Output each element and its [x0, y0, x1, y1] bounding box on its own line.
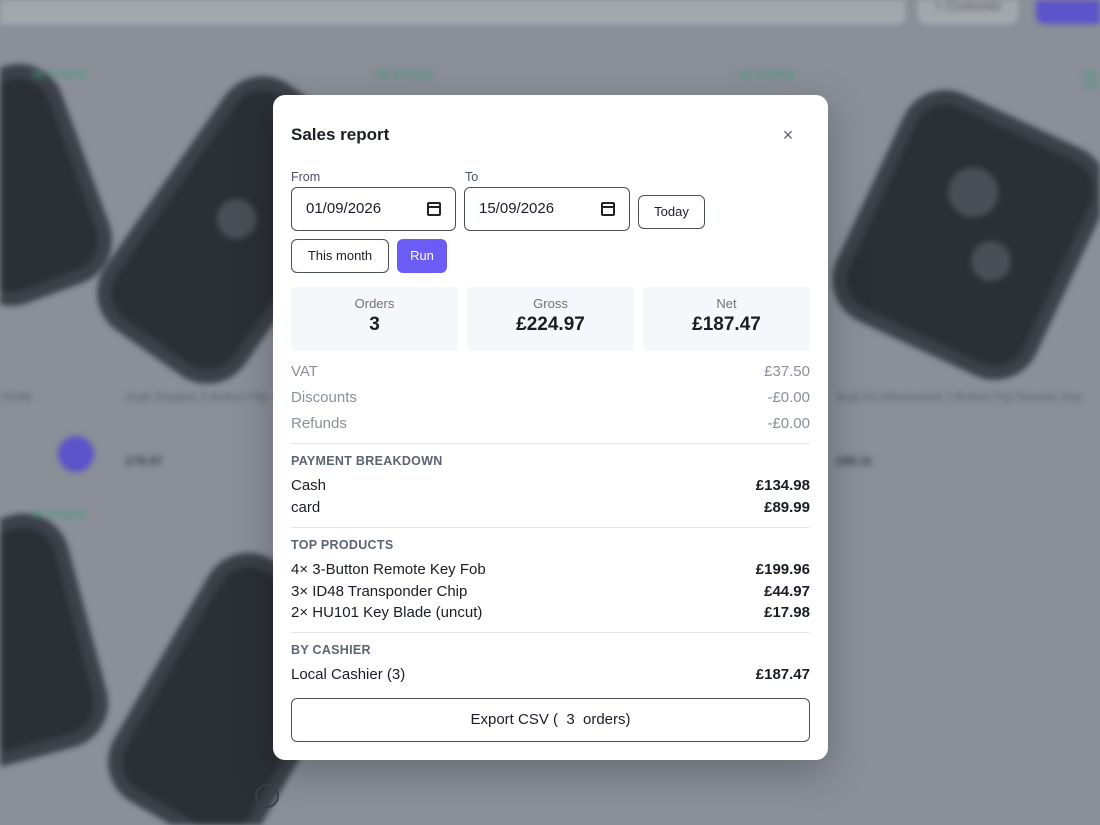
vat-value: £37.50 — [764, 363, 810, 380]
modal-title: Sales report — [291, 125, 390, 144]
from-date-input[interactable]: 01/09/2026 — [291, 187, 456, 231]
top-products-heading: TOP PRODUCTS — [291, 538, 394, 552]
background-fob-button — [208, 191, 265, 247]
net-stat-label: Net — [716, 296, 737, 311]
orders-stat: Orders 3 — [291, 287, 458, 351]
background-primary-button — [1036, 0, 1100, 24]
top-product-value: £44.97 — [764, 583, 810, 600]
payment-breakdown-heading: PAYMENT BREAKDOWN — [291, 454, 443, 468]
background-product-name: Audi Shadow 3 Button Flip — [126, 390, 268, 404]
background-product-image — [0, 503, 119, 777]
calendar-icon[interactable] — [427, 202, 441, 216]
net-stat-value: £187.47 — [692, 314, 761, 335]
sales-report-modal: Sales report × From 01/09/2026 To 15/09/… — [273, 95, 828, 760]
payment-label: card — [291, 499, 321, 516]
this-month-button[interactable]: This month — [291, 239, 389, 273]
today-button[interactable]: Today — [638, 195, 705, 229]
background-add-button — [58, 436, 94, 472]
payment-row: Cash £134.98 — [291, 477, 810, 494]
background-product-name: Audi Remote 3 Button HU66 — [0, 390, 32, 404]
background-stock-badge: IN STOCK — [378, 70, 434, 81]
to-date-value: 15/09/2026 — [479, 200, 555, 217]
background-stock-badge: IN STOCK — [1085, 70, 1100, 92]
payment-row: card £89.99 — [291, 499, 810, 516]
top-product-label: 2× HU101 Key Blade (uncut) — [291, 604, 483, 621]
orders-stat-label: Orders — [354, 296, 395, 311]
background-fob-button — [940, 159, 1007, 226]
refunds-value: -£0.00 — [767, 415, 810, 432]
background-search-input — [0, 0, 905, 24]
background-topbar: + Customer — [0, 0, 1100, 26]
background-page-dot[interactable] — [255, 784, 279, 808]
background-stock-badge: IN STOCK — [740, 70, 796, 81]
discounts-label: Discounts — [291, 389, 357, 406]
background-stock-badge: IN STOCK — [32, 70, 88, 81]
vat-label: VAT — [291, 363, 318, 380]
export-csv-button[interactable]: Export CSV ( 3 orders) — [291, 698, 810, 742]
cashier-value: £187.47 — [755, 666, 810, 683]
refunds-row: Refunds -£0.00 — [291, 415, 810, 432]
from-label: From — [291, 170, 321, 184]
refunds-label: Refunds — [291, 415, 347, 432]
net-stat: Net £187.47 — [643, 287, 810, 351]
background-product-price: £76.57 — [126, 454, 163, 468]
section-divider — [291, 632, 810, 633]
background-customer-button: + Customer — [918, 0, 1018, 24]
top-product-row: 2× HU101 Key Blade (uncut) £17.98 — [291, 604, 810, 621]
run-button[interactable]: Run — [397, 239, 447, 273]
background-product-image — [817, 75, 1100, 395]
section-divider — [291, 443, 810, 444]
by-cashier-heading: BY CASHIER — [291, 643, 371, 657]
discounts-value: -£0.00 — [767, 389, 810, 406]
calendar-icon[interactable] — [601, 202, 615, 216]
to-date-input[interactable]: 15/09/2026 — [464, 187, 630, 231]
discounts-row: Discounts -£0.00 — [291, 389, 810, 406]
payment-label: Cash — [291, 477, 327, 494]
background-fob-button — [964, 234, 1018, 288]
orders-stat-value: 3 — [369, 314, 380, 335]
top-product-row: 4× 3-Button Remote Key Fob £199.96 — [291, 561, 810, 578]
background-product-name: Audi A3 Aftermarket 3 Button Flip Remote… — [836, 390, 1083, 404]
to-label: To — [465, 170, 479, 184]
background-product-price: £89.11 — [836, 454, 873, 468]
vat-row: VAT £37.50 — [291, 363, 810, 380]
top-product-value: £17.98 — [764, 604, 810, 621]
close-icon[interactable]: × — [778, 125, 798, 145]
cashier-label: Local Cashier (3) — [291, 666, 406, 683]
top-product-label: 3× ID48 Transponder Chip — [291, 583, 468, 600]
gross-stat-label: Gross — [533, 296, 568, 311]
gross-stat-value: £224.97 — [516, 314, 585, 335]
cashier-row: Local Cashier (3) £187.47 — [291, 666, 810, 683]
payment-value: £134.98 — [755, 477, 810, 494]
top-product-label: 4× 3-Button Remote Key Fob — [291, 561, 486, 578]
gross-stat: Gross £224.97 — [467, 287, 634, 351]
payment-value: £89.99 — [764, 499, 810, 516]
top-product-value: £199.96 — [755, 561, 810, 578]
top-product-row: 3× ID48 Transponder Chip £44.97 — [291, 583, 810, 600]
from-date-value: 01/09/2026 — [306, 200, 382, 217]
section-divider — [291, 527, 810, 528]
background-stock-badge: IN STOCK — [32, 510, 88, 521]
